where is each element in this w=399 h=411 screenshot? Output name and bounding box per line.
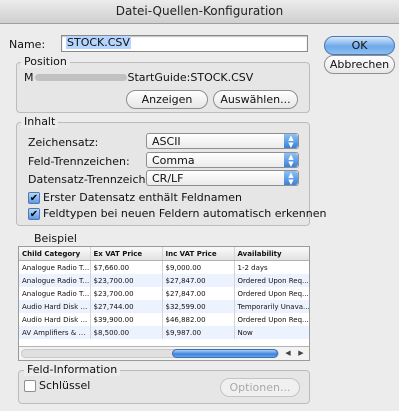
table-row: Analogue Radio T... $23,700.00 $27,847.0… xyxy=(19,287,309,300)
position-path-prefix: M xyxy=(24,71,34,84)
scroll-left-icon[interactable]: ◀ xyxy=(282,348,294,359)
horizontal-scrollbar[interactable]: ◀ ▶ xyxy=(19,346,309,360)
table-cell: $9,987.00 xyxy=(162,326,235,339)
column-header[interactable]: Ex VAT Price xyxy=(90,247,163,261)
first-record-label: Erster Datensatz enthält Feldnamen xyxy=(43,191,242,204)
table-cell: $39,900.00 xyxy=(90,313,163,326)
table-row: Analogue Radio T... $7,660.00 $9,000.00 … xyxy=(19,260,309,274)
table-row: AV Amplifiers & Rec... $8,500.00 $9,987.… xyxy=(19,326,309,339)
table-cell: Temporarily Unava... xyxy=(234,300,309,313)
checkmark-icon: ✔ xyxy=(29,193,39,204)
detect-types-label: Feldtypen bei neuen Feldern automatisch … xyxy=(43,207,327,220)
table-row: Analogue Radio T... $23,700.00 $27,847.0… xyxy=(19,274,309,287)
column-header[interactable]: Availability xyxy=(234,247,309,261)
field-separator-select[interactable]: Comma ▲ ▼ xyxy=(146,152,299,168)
scrollbar-thumb[interactable] xyxy=(172,349,278,358)
feld-information-legend: Feld-Information xyxy=(24,364,121,376)
name-label: Name: xyxy=(9,38,46,51)
beispiel-label: Beispiel xyxy=(34,232,77,245)
preview-table-container[interactable]: Child Category Ex VAT Price Inc VAT Pric… xyxy=(18,246,310,361)
table-cell: $46,882.00 xyxy=(162,313,235,326)
show-button[interactable]: Anzeigen xyxy=(126,90,208,109)
table-cell: Ordered Upon Req... xyxy=(234,287,309,300)
table-cell: Analogue Radio T... xyxy=(19,274,91,287)
table-cell: $7,660.00 xyxy=(90,260,163,274)
table-row: Audio Hard Disk R... $27,744.00 $32,599.… xyxy=(19,300,309,313)
charset-select[interactable]: ASCII ▲ ▼ xyxy=(146,133,299,149)
preview-header-row: Child Category Ex VAT Price Inc VAT Pric… xyxy=(19,247,309,261)
position-legend: Position xyxy=(21,56,70,68)
ok-button[interactable]: OK xyxy=(324,36,395,55)
record-separator-label: Datensatz-Trennzeichen: xyxy=(28,173,163,186)
path-redaction xyxy=(34,74,127,81)
table-cell: Analogue Radio T... xyxy=(19,260,91,274)
table-cell: $27,847.00 xyxy=(162,287,235,300)
table-cell: Analogue Radio T... xyxy=(19,287,91,300)
table-cell: AV Amplifiers & Rec... xyxy=(19,326,91,339)
key-label: Schlüssel xyxy=(39,379,91,392)
table-cell: $27,744.00 xyxy=(90,300,163,313)
table-cell: Audio Hard Disk R... xyxy=(19,313,91,326)
field-separator-value: Comma xyxy=(152,154,195,167)
table-cell: $32,599.00 xyxy=(162,300,235,313)
table-cell: $8,500.00 xyxy=(90,326,163,339)
record-separator-select[interactable]: CR/LF ▲ ▼ xyxy=(146,170,299,186)
position-path-suffix: StartGuide:STOCK.CSV xyxy=(127,71,254,84)
select-arrows-icon: ▲ ▼ xyxy=(284,171,298,186)
charset-label: Zeichensatz: xyxy=(28,136,99,149)
table-cell: Ordered Upon Req... xyxy=(234,274,309,287)
select-arrows-icon: ▲ ▼ xyxy=(284,153,298,168)
key-checkbox[interactable] xyxy=(24,380,36,392)
table-cell: $23,700.00 xyxy=(90,287,163,300)
first-record-checkbox[interactable]: ✔ xyxy=(28,192,40,204)
name-input[interactable]: STOCK.CSV xyxy=(61,35,308,52)
table-cell: $9,000.00 xyxy=(162,260,235,274)
preview-table: Child Category Ex VAT Price Inc VAT Pric… xyxy=(19,247,309,339)
field-separator-label: Feld-Trennzeichen: xyxy=(28,155,130,168)
window-title: Datei-Quellen-Konfiguration xyxy=(0,0,399,24)
detect-types-checkbox[interactable]: ✔ xyxy=(28,208,40,220)
scroll-right-icon[interactable]: ▶ xyxy=(295,348,307,359)
table-cell: $27,847.00 xyxy=(162,274,235,287)
table-row: Audio Hard Disk R... $39,900.00 $46,882.… xyxy=(19,313,309,326)
options-button: Optionen... xyxy=(220,378,300,397)
charset-value: ASCII xyxy=(152,135,181,148)
table-cell: 1-2 days xyxy=(234,260,309,274)
cancel-button[interactable]: Abbrechen xyxy=(324,55,395,74)
checkmark-icon: ✔ xyxy=(29,209,39,220)
position-path: M StartGuide:STOCK.CSV xyxy=(24,71,253,85)
inhalt-legend: Inhalt xyxy=(21,116,59,128)
select-arrows-icon: ▲ ▼ xyxy=(284,134,298,149)
table-cell: Ordered Upon Req... xyxy=(234,313,309,326)
table-cell: Now xyxy=(234,326,309,339)
name-input-value: STOCK.CSV xyxy=(66,36,131,49)
table-cell: Audio Hard Disk R... xyxy=(19,300,91,313)
table-cell: $23,700.00 xyxy=(90,274,163,287)
record-separator-value: CR/LF xyxy=(152,172,184,185)
choose-button[interactable]: Auswählen... xyxy=(213,90,298,109)
column-header[interactable]: Inc VAT Price xyxy=(162,247,235,261)
column-header[interactable]: Child Category xyxy=(19,247,91,261)
